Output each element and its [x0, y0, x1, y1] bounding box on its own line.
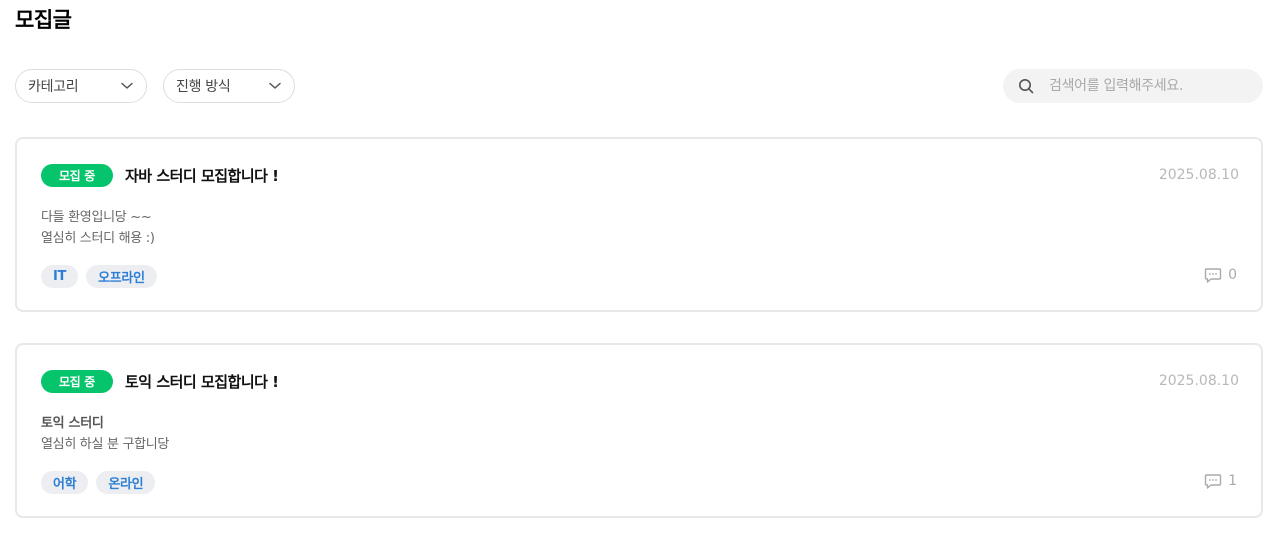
comment-count-value: 1 [1228, 473, 1237, 489]
status-badge: 모집 중 [41, 370, 113, 393]
mode-filter-dropdown[interactable]: 진행 방식 [163, 69, 295, 103]
category-filter-dropdown[interactable]: 카테고리 [15, 69, 147, 103]
post-body-line: 열심히 스터디 해용 :) [41, 231, 155, 246]
post-body-line: 토익 스터디 [41, 416, 104, 431]
post-body: 토익 스터디 열심히 하실 분 구합니당 [41, 413, 169, 455]
comment-icon [1204, 266, 1222, 284]
comment-count-value: 0 [1228, 267, 1237, 283]
category-filter-label: 카테고리 [28, 79, 79, 95]
tag-category: 어학 [41, 471, 89, 494]
search-icon[interactable] [1017, 77, 1035, 95]
mode-filter-label: 진행 방식 [176, 79, 231, 95]
chevron-down-icon [120, 79, 134, 93]
search-bar[interactable] [1003, 69, 1263, 103]
tag-mode: 오프라인 [86, 265, 157, 288]
search-input[interactable] [1049, 78, 1249, 94]
chevron-down-icon [268, 79, 282, 93]
post-date: 2025.08.10 [1158, 373, 1239, 389]
tag-list: 어학 온라인 [41, 471, 156, 494]
post-body: 다들 환영입니당 ~~ 열심히 스터디 해용 :) [41, 207, 155, 249]
tag-mode: 온라인 [96, 471, 156, 494]
post-body-line: 다들 환영입니당 ~~ [41, 210, 152, 225]
post-date: 2025.08.10 [1158, 167, 1239, 183]
post-title[interactable]: 자바 스터디 모집합니다 ! [125, 165, 279, 186]
comment-count: 1 [1204, 472, 1237, 490]
post-body-line: 열심히 하실 분 구합니당 [41, 437, 170, 452]
tag-category: IT [41, 265, 79, 288]
comment-count: 0 [1204, 266, 1237, 284]
status-badge: 모집 중 [41, 164, 113, 187]
post-card[interactable]: 모집 중 자바 스터디 모집합니다 ! 2025.08.10 다들 환영입니당 … [15, 137, 1263, 312]
post-card[interactable]: 모집 중 토익 스터디 모집합니다 ! 2025.08.10 토익 스터디 열심… [15, 343, 1263, 518]
comment-icon [1204, 472, 1222, 490]
page-title: 모집글 [15, 8, 72, 32]
post-title[interactable]: 토익 스터디 모집합니다 ! [125, 371, 279, 392]
tag-list: IT 오프라인 [41, 265, 157, 288]
